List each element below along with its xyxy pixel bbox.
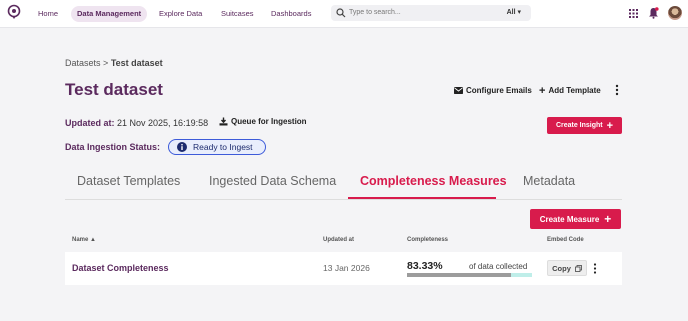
copy-label: Copy: [552, 263, 571, 273]
sort-ascending-icon: ▲: [90, 237, 96, 243]
breadcrumb: Datasets > Test dataset: [65, 58, 163, 68]
updated-at: Updated at: 21 Nov 2025, 16:19:58: [65, 118, 208, 128]
column-header-embed-code: Embed Code: [547, 237, 584, 243]
tab-dataset-templates[interactable]: Dataset Templates: [77, 174, 180, 188]
nav-explore-data[interactable]: Explore Data: [153, 6, 208, 22]
queue-for-ingestion-button[interactable]: Queue for Ingestion: [219, 117, 307, 126]
search-bar[interactable]: Type to search... All ▾: [331, 5, 531, 21]
configure-emails-button[interactable]: Configure Emails: [454, 86, 532, 95]
status-value: Ready to Ingest: [193, 142, 253, 152]
apps-grid-icon[interactable]: [629, 9, 638, 18]
logo-icon[interactable]: [6, 4, 22, 20]
completeness-progress-bar: [407, 273, 532, 277]
add-template-label: Add Template: [548, 86, 601, 95]
column-header-name[interactable]: Name ▲: [72, 237, 96, 243]
search-scope-select[interactable]: All ▾: [507, 5, 521, 21]
search-scope-label: All: [506, 9, 516, 16]
tab-metadata[interactable]: Metadata: [523, 174, 575, 188]
tab-ingested-data-schema[interactable]: Ingested Data Schema: [209, 174, 336, 188]
tab-bar: Dataset Templates Ingested Data Schema C…: [65, 168, 622, 200]
copy-icon: [574, 264, 582, 272]
page-title: Test dataset: [65, 80, 163, 99]
create-insight-button[interactable]: Create Insight +: [547, 117, 622, 134]
updated-date: 13 Jan 2026: [323, 263, 370, 273]
top-nav: Home Data Management Explore Data Suitca…: [0, 0, 688, 28]
avatar[interactable]: [668, 6, 682, 20]
chevron-down-icon: ▾: [517, 9, 521, 16]
breadcrumb-parent[interactable]: Datasets: [65, 58, 101, 68]
column-header-completeness: Completeness: [407, 237, 449, 243]
completeness-suffix: of data collected: [469, 262, 528, 271]
search-icon: [336, 8, 346, 18]
nav-data-management[interactable]: Data Management: [71, 6, 148, 22]
plus-icon: +: [604, 212, 612, 226]
plus-icon: +: [606, 119, 614, 132]
create-insight-label: Create Insight: [555, 122, 603, 129]
configure-emails-label: Configure Emails: [466, 86, 532, 95]
row-more-options-icon[interactable]: [593, 263, 597, 274]
breadcrumb-current: Test dataset: [110, 58, 163, 68]
copy-embed-button[interactable]: Copy: [547, 260, 587, 276]
info-icon: [177, 142, 187, 152]
status-label: Data Ingestion Status:: [65, 142, 161, 152]
measure-name-link[interactable]: Dataset Completeness: [72, 263, 169, 273]
updated-label: Updated at:: [65, 118, 115, 128]
breadcrumb-separator: >: [103, 58, 109, 68]
add-template-button[interactable]: + Add Template: [539, 84, 601, 97]
nav-suitcases[interactable]: Suitcases: [215, 6, 260, 22]
completeness-progress-fill: [407, 273, 512, 277]
more-options-icon[interactable]: [614, 84, 620, 96]
queue-label: Queue for Ingestion: [231, 117, 307, 126]
updated-value: 21 Nov 2025, 16:19:58: [117, 118, 209, 128]
plus-icon: +: [539, 84, 546, 97]
notification-bell-icon[interactable]: [648, 7, 659, 19]
download-icon: [219, 117, 228, 126]
search-input[interactable]: Type to search...: [349, 5, 401, 21]
table-row: Dataset Completeness 13 Jan 2026 83.33% …: [65, 252, 622, 285]
column-header-updated: Updated at: [323, 237, 355, 243]
create-measure-label: Create Measure: [539, 214, 600, 224]
nav-home[interactable]: Home: [32, 6, 64, 22]
status-badge: Ready to Ingest: [168, 139, 266, 155]
tab-completeness-measures[interactable]: Completeness Measures: [360, 174, 507, 188]
column-header-name-label: Name: [72, 237, 89, 243]
active-tab-indicator: [348, 197, 496, 199]
completeness-percent: 83.33%: [407, 260, 443, 272]
envelope-icon: [454, 87, 463, 94]
create-measure-button[interactable]: Create Measure +: [530, 209, 621, 229]
nav-dashboards[interactable]: Dashboards: [265, 6, 317, 22]
